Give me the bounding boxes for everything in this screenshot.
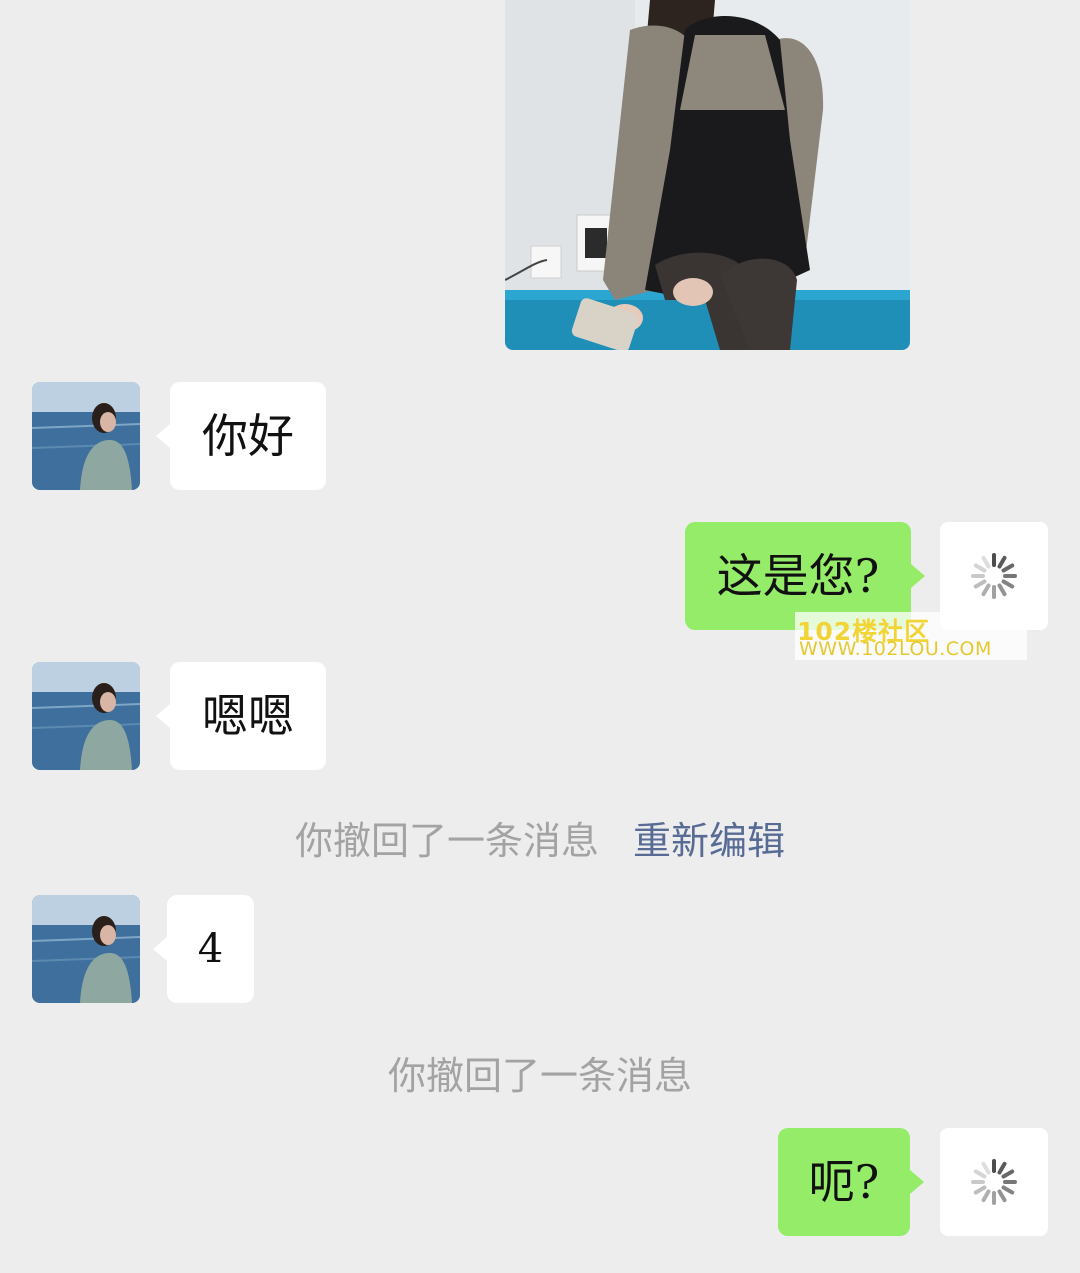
contact-avatar-image xyxy=(32,662,140,770)
self-avatar-loading[interactable] xyxy=(940,1128,1048,1236)
recall-notice-text: 你撤回了一条消息 xyxy=(294,819,599,863)
message-bubble[interactable]: 嗯嗯 xyxy=(156,662,326,770)
recall-notice: 你撤回了一条消息 重新编辑 xyxy=(0,810,1080,865)
watermark-line2: WWW.102LOU.COM xyxy=(799,638,992,660)
message-text: 4 xyxy=(197,926,224,972)
message-bubble[interactable]: 呃? xyxy=(778,1128,924,1236)
loading-spinner-icon xyxy=(971,1159,1017,1205)
message-text: 你好 xyxy=(202,409,294,463)
contact-avatar[interactable] xyxy=(32,382,140,490)
loading-spinner-icon xyxy=(971,553,1017,599)
contact-avatar-image xyxy=(32,895,140,1003)
contact-avatar[interactable] xyxy=(32,662,140,770)
sent-photo[interactable] xyxy=(505,0,910,350)
watermark-logo: 102楼社区 WWW.102LOU.COM xyxy=(795,612,1027,660)
message-text: 呃? xyxy=(808,1155,880,1209)
message-text: 嗯嗯 xyxy=(202,689,294,743)
contact-avatar-image xyxy=(32,382,140,490)
message-bubble[interactable]: 4 xyxy=(153,895,254,1003)
message-text: 这是您? xyxy=(716,549,880,603)
reedit-link[interactable]: 重新编辑 xyxy=(633,819,785,863)
recall-notice-text: 你撤回了一条消息 xyxy=(387,1054,692,1098)
contact-avatar[interactable] xyxy=(32,895,140,1003)
recall-notice: 你撤回了一条消息 xyxy=(0,1045,1080,1100)
photo-image xyxy=(505,0,910,350)
message-bubble[interactable]: 你好 xyxy=(156,382,326,490)
